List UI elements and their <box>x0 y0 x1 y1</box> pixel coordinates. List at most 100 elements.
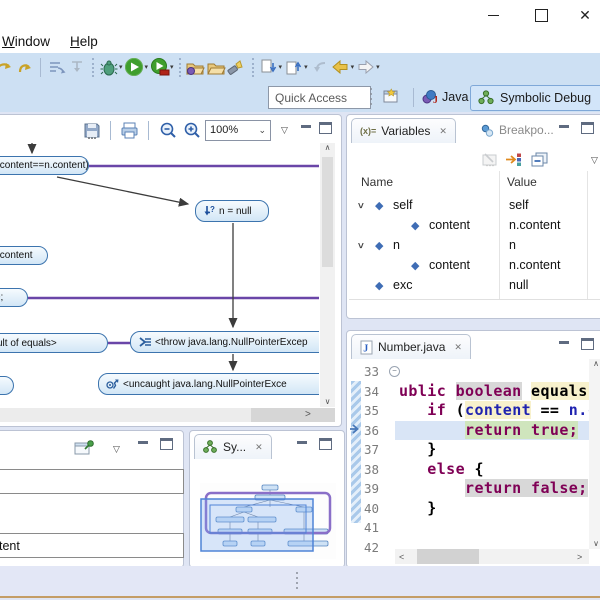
property-input-content[interactable]: tent <box>0 533 184 558</box>
window-maximize-button[interactable] <box>524 0 558 30</box>
line-number[interactable]: 38 <box>364 460 379 480</box>
scrollbar-thumb[interactable] <box>417 549 479 564</box>
line-number[interactable]: 41 <box>364 518 379 538</box>
execution-tree-node-content[interactable]: .content <box>0 246 48 265</box>
column-header-name[interactable]: Name <box>361 175 393 189</box>
line-number[interactable]: 33 <box>364 362 379 382</box>
menu-item-window[interactable]: Window <box>0 32 60 51</box>
tab-close-icon[interactable]: ✕ <box>255 442 263 453</box>
last-edit-location-icon[interactable] <box>309 56 330 78</box>
quick-access-input[interactable]: Quick Access <box>268 86 371 109</box>
tab-symbolic-thumbnail[interactable]: Sy... ✕ <box>194 434 272 459</box>
back-dropdown-icon[interactable]: ▾ <box>351 63 355 71</box>
print-icon[interactable] <box>119 119 140 141</box>
toolbar-drag-handle[interactable] <box>370 88 372 105</box>
back-icon[interactable] <box>330 56 351 78</box>
window-close-button[interactable]: ✕ <box>568 0 600 30</box>
zoom-out-icon[interactable] <box>157 119 178 141</box>
step-over-icon[interactable] <box>0 56 14 78</box>
variables-row-n[interactable]: > ◆ n n <box>349 235 600 255</box>
debug-icon[interactable] <box>98 56 119 78</box>
tab-variables[interactable]: (x)= Variables ✕ <box>351 118 456 143</box>
line-number[interactable]: 35 <box>364 401 379 421</box>
line-number[interactable]: 37 <box>364 440 379 460</box>
maximize-view-icon[interactable] <box>158 438 174 454</box>
variables-row-content[interactable]: ◆ content n.content <box>349 255 600 275</box>
editor-horizontal-scrollbar[interactable]: < > <box>395 549 589 564</box>
minimize-view-icon[interactable] <box>556 122 572 138</box>
variables-row-exc[interactable]: ◆ exc null <box>349 275 600 295</box>
step-return-icon[interactable] <box>14 56 35 78</box>
save-icon[interactable] <box>81 119 102 141</box>
code-line-38[interactable]: else { <box>395 460 589 480</box>
maximize-view-icon[interactable] <box>317 438 333 454</box>
forward-icon[interactable] <box>355 56 376 78</box>
next-annotation-icon[interactable] <box>258 56 279 78</box>
execution-tree-node-throw[interactable]: <throw java.lang.NullPointerExcep <box>130 331 319 353</box>
code-area[interactable]: ublic boolean equals( if (content == n.c… <box>395 362 589 549</box>
perspective-java-button[interactable]: J Java <box>414 85 475 109</box>
collapse-all-icon[interactable] <box>529 148 550 170</box>
variables-row-self[interactable]: > ◆ self self <box>349 195 600 215</box>
view-menu-icon[interactable]: ▽ <box>274 119 295 141</box>
code-line-40[interactable]: } <box>395 499 589 519</box>
drop-to-frame-icon[interactable] <box>67 56 88 78</box>
run-icon[interactable] <box>124 56 145 78</box>
scrollbar-thumb[interactable] <box>0 408 251 422</box>
coverage-icon[interactable] <box>149 56 170 78</box>
code-line-37[interactable]: } <box>395 440 589 460</box>
code-line-34[interactable]: ublic boolean equals( <box>395 381 589 402</box>
tab-number-java[interactable]: J Number.java ✕ <box>351 334 471 359</box>
view-menu-icon[interactable]: ▽ <box>584 149 600 171</box>
line-number[interactable]: 39 <box>364 479 379 499</box>
scroll-down-icon[interactable]: ∨ <box>325 397 331 407</box>
line-number[interactable]: 36 <box>364 421 379 441</box>
tab-close-icon[interactable]: ✕ <box>454 342 462 353</box>
execution-tree-canvas[interactable]: .content==n.content)? n = null .content e; u… <box>0 143 319 407</box>
perspective-symbolic-debug-button[interactable]: Symbolic Debug <box>470 85 600 111</box>
symbolic-tree-thumbnail[interactable] <box>200 483 336 559</box>
minimize-view-icon[interactable] <box>294 438 310 454</box>
scroll-up-icon[interactable]: ∧ <box>325 143 331 153</box>
splitter-handle[interactable] <box>296 572 298 589</box>
code-line-42[interactable] <box>395 538 589 550</box>
execution-tree-node-uncaught[interactable]: <uncaught java.lang.NullPointerExce <box>98 373 319 395</box>
run-dropdown-icon[interactable]: ▾ <box>145 63 149 71</box>
previous-annotation-dropdown-icon[interactable]: ▾ <box>304 63 308 71</box>
execution-tree-node-branch-n-null[interactable]: ? n = null <box>195 200 269 222</box>
scroll-up-icon[interactable]: ∧ <box>593 359 599 369</box>
editor-vertical-scrollbar[interactable]: ∧ ∨ <box>589 359 600 549</box>
property-input-empty[interactable] <box>0 469 184 494</box>
view-menu-icon[interactable]: ▽ <box>106 438 127 460</box>
open-resource-icon[interactable] <box>206 56 227 78</box>
scroll-left-icon[interactable]: < <box>399 552 404 562</box>
scroll-down-icon[interactable]: ∨ <box>593 539 599 549</box>
minimize-view-icon[interactable] <box>556 338 572 354</box>
open-type-icon[interactable] <box>185 56 206 78</box>
line-number[interactable]: 34 <box>364 382 379 402</box>
window-minimize-button[interactable] <box>476 0 510 30</box>
code-line-41[interactable] <box>395 518 589 538</box>
search-icon[interactable] <box>227 56 248 78</box>
skip-all-breakpoints-icon[interactable] <box>46 56 67 78</box>
code-line-35[interactable]: if (content == n.c <box>395 401 589 421</box>
maximize-view-icon[interactable] <box>579 338 595 354</box>
minimize-view-icon[interactable] <box>298 122 314 138</box>
execution-tree-node-result-of-equals[interactable]: ult of equals> <box>0 333 108 353</box>
variables-row-content[interactable]: ◆ content n.content <box>349 215 600 235</box>
expand-chevron-icon[interactable]: > <box>354 202 365 208</box>
maximize-view-icon[interactable] <box>579 122 595 138</box>
open-perspective-icon[interactable] <box>381 86 402 108</box>
scroll-right-icon[interactable]: > <box>577 552 582 562</box>
next-annotation-dropdown-icon[interactable]: ▾ <box>279 63 283 71</box>
line-number[interactable]: 42 <box>364 538 379 558</box>
expand-chevron-icon[interactable]: > <box>354 242 365 248</box>
previous-annotation-icon[interactable] <box>283 56 304 78</box>
pin-icon[interactable] <box>73 437 94 459</box>
new-variables-view-icon[interactable] <box>479 148 500 170</box>
line-number[interactable]: 40 <box>364 499 379 519</box>
minimize-view-icon[interactable] <box>135 438 151 454</box>
coverage-dropdown-icon[interactable]: ▾ <box>170 63 174 71</box>
column-header-value[interactable]: Value <box>507 175 537 189</box>
diagram-vertical-scrollbar[interactable]: ∧ ∨ <box>320 143 335 407</box>
